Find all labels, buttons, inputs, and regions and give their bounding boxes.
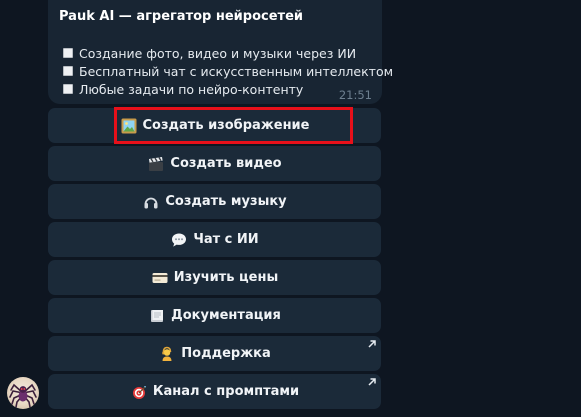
feature-text: Создание фото, видео и музыки через ИИ (79, 45, 357, 61)
checkbox-icon (63, 66, 73, 76)
prompts-channel-button[interactable]: Канал с промптами (48, 374, 381, 409)
create-music-button[interactable]: Создать музыку (48, 184, 381, 219)
message-title: Pauk AI — агрегатор нейросетей (59, 9, 304, 24)
checkbox-icon (63, 84, 73, 94)
button-label: Документация (171, 308, 281, 323)
create-image-button[interactable]: Создать изображение (48, 108, 381, 143)
button-label: Чат с ИИ (193, 232, 259, 247)
clapper-icon (147, 155, 165, 173)
button-label: Изучить цены (173, 270, 279, 285)
pricing-button[interactable]: Изучить цены (48, 260, 381, 295)
create-video-button[interactable]: Создать видео (48, 146, 381, 181)
button-label: Канал с промптами (152, 384, 300, 399)
feature-text: Бесплатный чат с искусственным интеллект… (79, 63, 394, 79)
support-agent-icon (158, 345, 176, 363)
ai-chat-button[interactable]: Чат с ИИ (48, 222, 381, 257)
button-label: Создать видео (170, 156, 282, 171)
bot-avatar[interactable] (7, 377, 39, 409)
speech-bubble-icon (170, 231, 188, 249)
external-link-icon (368, 378, 376, 386)
button-label: Создать музыку (165, 194, 287, 209)
credit-card-icon (151, 269, 169, 287)
target-icon (130, 383, 148, 401)
message-time: 21:51 (338, 88, 372, 102)
feature-text: Любые задачи по нейро-контенту (79, 81, 304, 97)
button-label: Поддержка (181, 346, 271, 361)
spider-logo-icon (9, 383, 37, 408)
chat-area: Pauk AI — агрегатор нейросетей Создание … (0, 0, 581, 417)
feature-item: Любые задачи по нейро-контенту (63, 81, 303, 97)
book-icon (148, 307, 166, 325)
support-button[interactable]: Поддержка (48, 336, 381, 371)
headphones-icon (142, 193, 160, 211)
framed-picture-icon (120, 117, 138, 135)
feature-item: Создание фото, видео и музыки через ИИ (63, 45, 356, 61)
button-label: Создать изображение (142, 118, 310, 133)
checkbox-icon (63, 48, 73, 58)
documentation-button[interactable]: Документация (48, 298, 381, 333)
external-link-icon (368, 340, 376, 348)
bot-message: Pauk AI — агрегатор нейросетей Создание … (48, 0, 393, 104)
feature-item: Бесплатный чат с искусственным интеллект… (63, 63, 393, 79)
